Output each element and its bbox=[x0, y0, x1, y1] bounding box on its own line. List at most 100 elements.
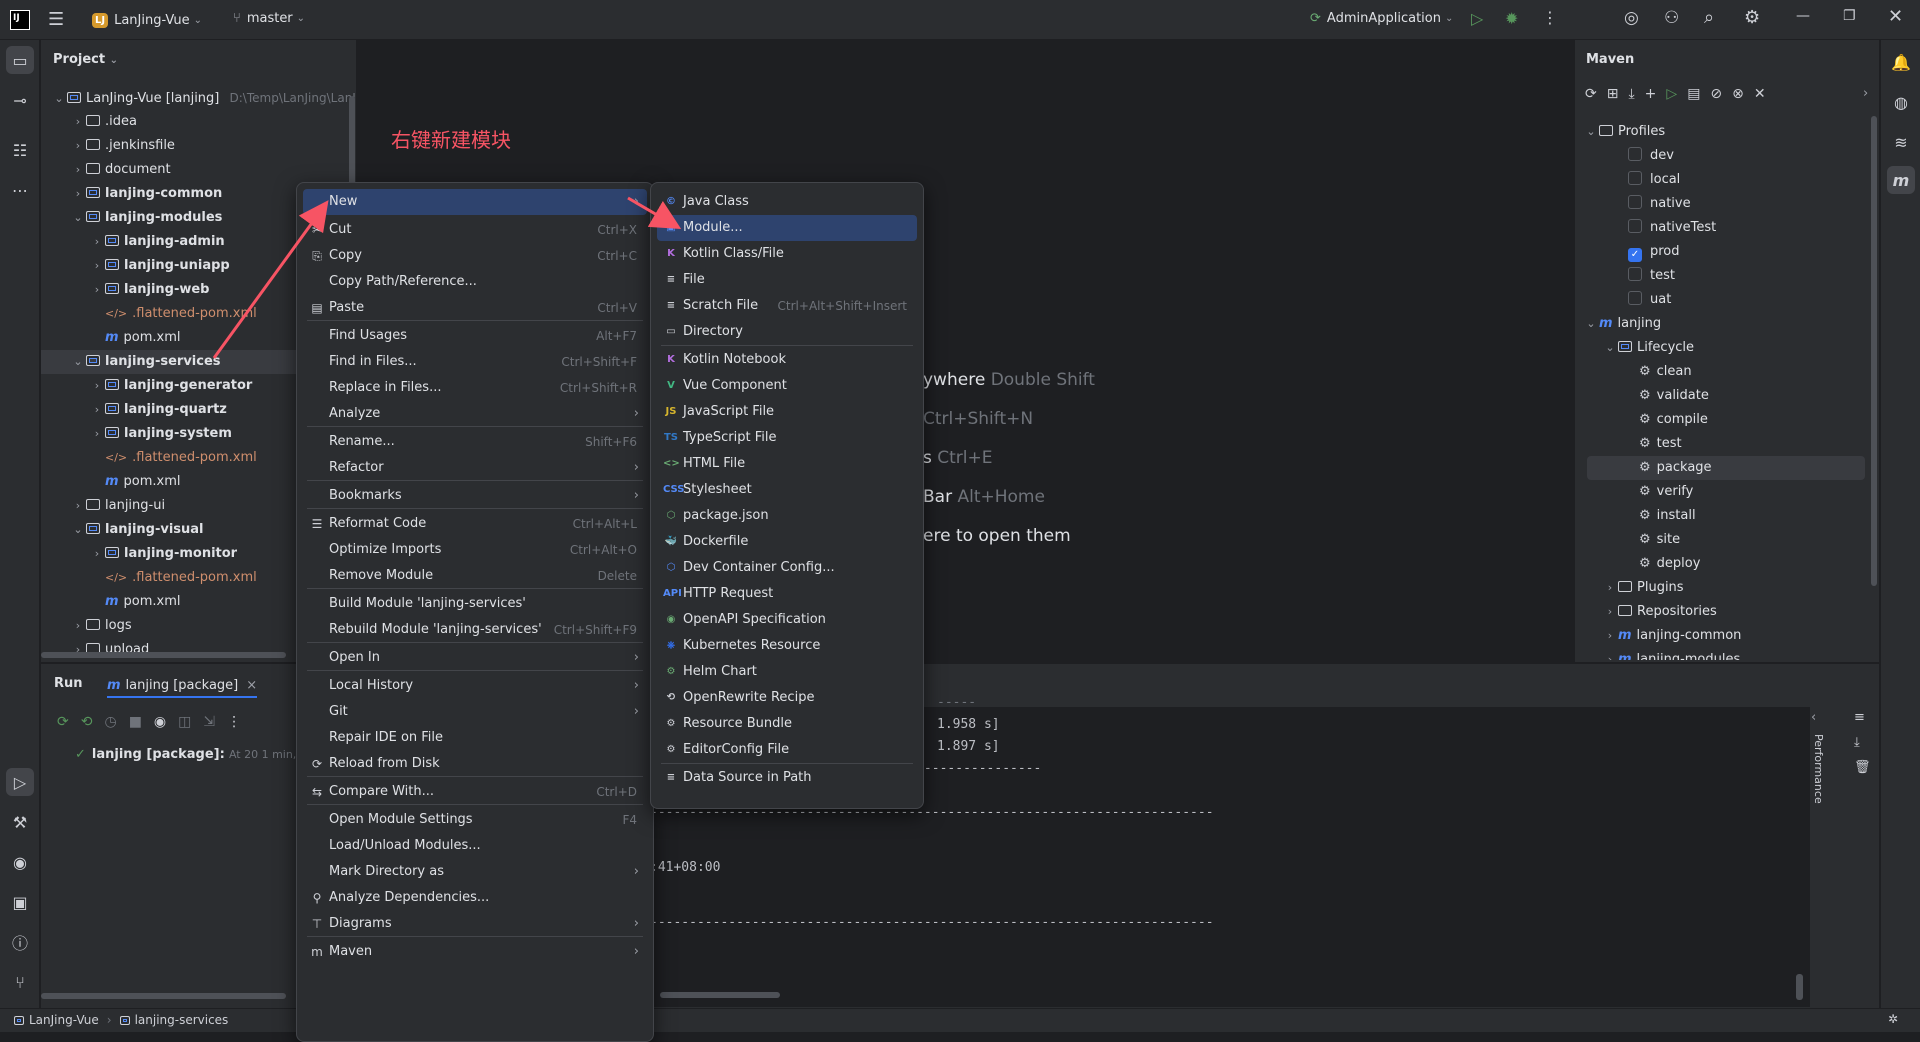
reload-icon[interactable]: ⟳ bbox=[1585, 86, 1597, 102]
profile-checkbox[interactable] bbox=[1628, 147, 1642, 161]
maven-profiles-node[interactable]: ⌄ Profiles bbox=[1575, 120, 1865, 144]
new-submenu-item[interactable]: <> HTML File bbox=[657, 451, 917, 477]
maven-module-node[interactable]: › m lanjing-common bbox=[1575, 624, 1865, 648]
context-menu-item[interactable]: Remove Module Delete bbox=[303, 563, 647, 589]
context-menu-item[interactable]: ⇆ Compare With... Ctrl+D bbox=[303, 779, 647, 805]
stop-icon[interactable]: ■ bbox=[129, 714, 142, 730]
services-icon[interactable]: ◉ bbox=[6, 848, 34, 876]
tree-item[interactable]: </> .flattened-pom.xml bbox=[41, 446, 331, 470]
new-submenu-item[interactable]: V Vue Component bbox=[657, 373, 917, 399]
new-submenu-item[interactable]: JS JavaScript File bbox=[657, 399, 917, 425]
profile-checkbox[interactable] bbox=[1628, 195, 1642, 209]
tree-item[interactable]: m pom.xml bbox=[41, 326, 331, 350]
context-menu-item[interactable]: ☰ Reformat Code Ctrl+Alt+L bbox=[303, 511, 647, 537]
maven-plugins-node[interactable]: › Plugins bbox=[1575, 576, 1865, 600]
new-submenu-item[interactable]: K Kotlin Class/File bbox=[657, 241, 917, 267]
maven-scrollbar[interactable] bbox=[1871, 116, 1877, 586]
project-selector[interactable]: LJ LanJing-Vue ⌄ bbox=[92, 9, 202, 31]
status-widget-icon[interactable]: ✲ bbox=[1888, 1012, 1898, 1026]
tree-item[interactable]: › lanjing-quartz bbox=[41, 398, 331, 422]
new-submenu-item[interactable]: ▭ Directory bbox=[657, 319, 917, 345]
profile-checkbox[interactable] bbox=[1628, 267, 1642, 281]
profile-checkbox[interactable] bbox=[1628, 219, 1642, 233]
git-icon[interactable]: ⑂ bbox=[6, 968, 34, 996]
new-submenu-item[interactable]: K Kotlin Notebook bbox=[657, 347, 917, 373]
maven-goal-item[interactable]: ⚙ deploy bbox=[1575, 552, 1865, 576]
add-folder-icon[interactable]: ⊞ bbox=[1607, 86, 1619, 102]
tree-item[interactable]: › lanjing-monitor bbox=[41, 542, 331, 566]
tree-item[interactable]: ⌄ lanjing-services bbox=[41, 350, 331, 374]
settings-gear-icon[interactable]: ⚙ bbox=[1744, 7, 1760, 28]
context-menu-item[interactable]: Copy Path/Reference... bbox=[303, 269, 647, 295]
toggle-icon[interactable]: ◷ bbox=[104, 714, 116, 730]
maven-goal-item[interactable]: ⚙ validate bbox=[1575, 384, 1865, 408]
maven-profile-item[interactable]: nativeTest bbox=[1575, 216, 1865, 240]
maven-repositories-node[interactable]: › Repositories bbox=[1575, 600, 1865, 624]
chevron-left-icon[interactable]: ‹ bbox=[1811, 710, 1816, 725]
close-tab-icon[interactable]: × bbox=[246, 678, 257, 693]
profile-checkbox[interactable]: ✓ bbox=[1628, 248, 1642, 262]
new-submenu-item[interactable]: ⬡ Dev Container Config... bbox=[657, 555, 917, 581]
tree-item[interactable]: › lanjing-web bbox=[41, 278, 331, 302]
tree-item[interactable]: › .jenkinsfile bbox=[41, 134, 331, 158]
download-icon[interactable]: ⤓ bbox=[1628, 86, 1634, 102]
intellij-logo-icon[interactable]: IJ bbox=[10, 10, 30, 30]
profile-checkbox[interactable] bbox=[1628, 171, 1642, 185]
maven-goal-item[interactable]: ⚙ verify bbox=[1575, 480, 1865, 504]
context-menu-item[interactable]: New › bbox=[303, 189, 647, 215]
more-tools-icon[interactable]: ⋯ bbox=[6, 176, 34, 204]
context-menu-item[interactable]: Load/Unload Modules... bbox=[303, 833, 647, 859]
context-menu-item[interactable]: Repair IDE on File bbox=[303, 725, 647, 751]
maven-module-node[interactable]: › m lanjing-modules bbox=[1575, 648, 1865, 660]
tree-item[interactable]: › lanjing-ui bbox=[41, 494, 331, 518]
new-submenu-item[interactable]: ◉ OpenAPI Specification bbox=[657, 607, 917, 633]
notifications-icon[interactable]: 🔔 bbox=[1887, 48, 1915, 76]
context-menu-item[interactable]: Refactor › bbox=[303, 455, 647, 481]
tree-item[interactable]: › .idea bbox=[41, 110, 331, 134]
context-menu-item[interactable]: Find in Files... Ctrl+Shift+F bbox=[303, 349, 647, 375]
more-actions-icon[interactable]: ⋮ bbox=[1542, 8, 1558, 27]
toggle-offline-icon[interactable]: ▤ bbox=[1687, 86, 1700, 102]
more-icon[interactable]: ⋮ bbox=[227, 714, 241, 730]
tree-item[interactable]: › lanjing-system bbox=[41, 422, 331, 446]
chevron-right-icon[interactable]: › bbox=[1863, 86, 1868, 101]
new-submenu-item[interactable]: ⬡ package.json bbox=[657, 503, 917, 529]
new-submenu-item[interactable]: © Java Class bbox=[657, 189, 917, 215]
context-menu-item[interactable]: Open In › bbox=[303, 645, 647, 671]
tree-root[interactable]: ⌄ LanJing-Vue [lanjing] D:\Temp\LanJing\L… bbox=[51, 86, 355, 110]
database-icon[interactable]: ≋ bbox=[1887, 128, 1915, 156]
main-menu-icon[interactable]: ☰ bbox=[48, 9, 64, 30]
maven-lifecycle-node[interactable]: ⌄ Lifecycle bbox=[1575, 336, 1865, 360]
new-submenu-item[interactable]: ≡ Scratch File Ctrl+Alt+Shift+Insert bbox=[657, 293, 917, 319]
maven-profile-item[interactable]: native bbox=[1575, 192, 1865, 216]
new-submenu-item[interactable]: ⚙ Resource Bundle bbox=[657, 711, 917, 737]
new-submenu-item[interactable]: CSS Stylesheet bbox=[657, 477, 917, 503]
context-menu-item[interactable]: Build Module 'lanjing-services' bbox=[303, 591, 647, 617]
run-maven-icon[interactable]: ▷ bbox=[1666, 86, 1677, 102]
maven-goal-item[interactable]: ⚙ package bbox=[1587, 456, 1865, 480]
performance-tab[interactable]: Performance bbox=[1812, 734, 1825, 804]
eye-icon[interactable]: ◉ bbox=[154, 714, 166, 730]
ai-assistant-icon[interactable]: ◎ bbox=[1624, 8, 1639, 28]
context-menu-item[interactable]: ✂ Cut Ctrl+X bbox=[303, 217, 647, 243]
context-menu-item[interactable]: Mark Directory as › bbox=[303, 859, 647, 885]
close-icon[interactable]: ✕ bbox=[1888, 6, 1903, 27]
new-submenu-item[interactable]: ⟲ OpenRewrite Recipe bbox=[657, 685, 917, 711]
tree-item[interactable]: ⌄ lanjing-visual bbox=[41, 518, 331, 542]
rerun-failed-icon[interactable]: ⟲ bbox=[81, 714, 93, 730]
maven-goal-item[interactable]: ⚙ install bbox=[1575, 504, 1865, 528]
maven-goal-item[interactable]: ⚙ site bbox=[1575, 528, 1865, 552]
context-menu-item[interactable]: ▤ Paste Ctrl+V bbox=[303, 295, 647, 321]
context-menu-item[interactable]: Replace in Files... Ctrl+Shift+R bbox=[303, 375, 647, 401]
restore-icon[interactable]: ❐ bbox=[1843, 8, 1856, 24]
context-menu-item[interactable]: Bookmarks › bbox=[303, 483, 647, 509]
new-submenu-item[interactable]: ⎈ Kubernetes Resource bbox=[657, 633, 917, 659]
tree-item[interactable]: › lanjing-uniapp bbox=[41, 254, 331, 278]
skip-tests-icon[interactable]: ⊘ bbox=[1710, 86, 1722, 102]
close-x-icon[interactable]: ✕ bbox=[1754, 86, 1766, 102]
maven-profile-item[interactable]: uat bbox=[1575, 288, 1865, 312]
maven-profile-item[interactable]: ✓ prod bbox=[1575, 240, 1865, 264]
context-menu-item[interactable]: ⎘ Copy Ctrl+C bbox=[303, 243, 647, 269]
tree-item[interactable]: › lanjing-common bbox=[41, 182, 331, 206]
tree-item[interactable]: › lanjing-admin bbox=[41, 230, 331, 254]
